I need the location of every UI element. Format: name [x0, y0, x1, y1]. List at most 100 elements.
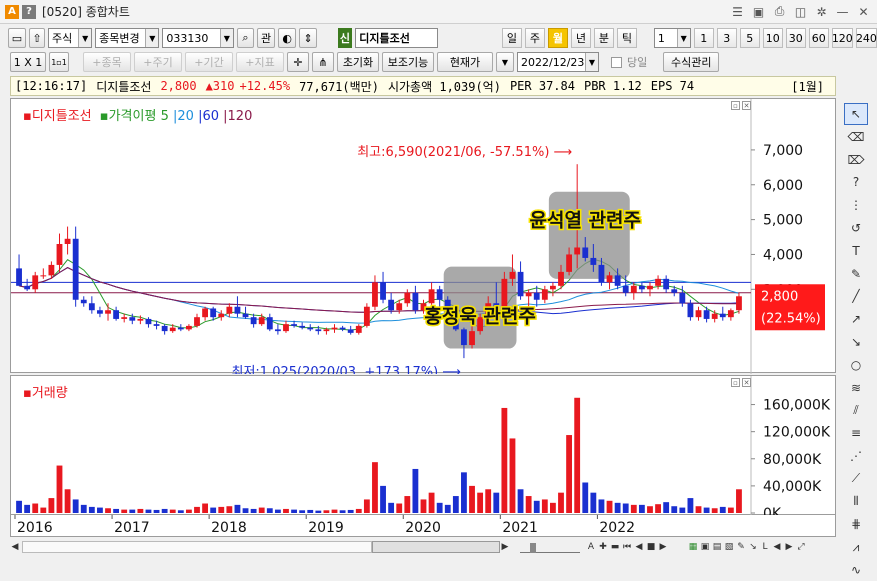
- period-tick[interactable]: 틱: [616, 28, 637, 48]
- interval-120[interactable]: 120: [831, 28, 853, 48]
- line-tool-icon[interactable]: ╱: [844, 285, 868, 307]
- first-icon[interactable]: ⏮: [622, 542, 632, 552]
- drag-icon[interactable]: ⋮: [844, 194, 868, 216]
- interval-30[interactable]: 30: [785, 28, 806, 48]
- pen-icon[interactable]: ✎: [844, 263, 868, 285]
- save-icon[interactable]: ▣: [751, 4, 766, 19]
- related-button[interactable]: 관: [257, 28, 276, 48]
- panel-close-icon[interactable]: ✕: [742, 378, 751, 387]
- volume-bar: [485, 489, 492, 513]
- candle-body: [80, 299, 87, 304]
- interval-5[interactable]: 5: [739, 28, 760, 48]
- help-icon[interactable]: ?: [844, 171, 868, 193]
- capture-icon[interactable]: ◫: [793, 4, 808, 19]
- fit-icon[interactable]: ⤢: [796, 542, 806, 552]
- zoom-slider[interactable]: [520, 541, 580, 553]
- grid-icon[interactable]: ▤: [712, 542, 722, 552]
- arrow-icon[interactable]: ↘: [748, 542, 758, 552]
- search-icon[interactable]: ⌕: [236, 28, 255, 48]
- stock-code-input[interactable]: 033130 ▼: [162, 28, 234, 48]
- back-icon[interactable]: ◀: [772, 542, 782, 552]
- gann-icon[interactable]: ⋰: [844, 445, 868, 467]
- current-price-button[interactable]: 현재가: [437, 52, 493, 72]
- channel-icon[interactable]: ≋: [844, 377, 868, 399]
- interval-3[interactable]: 3: [716, 28, 737, 48]
- period-day[interactable]: 일: [501, 28, 522, 48]
- fibo-icon[interactable]: ≡: [844, 422, 868, 444]
- all-erase-icon[interactable]: ⌦: [844, 149, 868, 171]
- panel-minimize-icon[interactable]: ▫: [731, 378, 740, 387]
- add-icon[interactable]: ✚: [598, 542, 608, 552]
- rotate-icon[interactable]: ↺: [844, 217, 868, 239]
- menu-icon[interactable]: ☰: [730, 4, 745, 19]
- prev-icon[interactable]: ◀: [634, 542, 644, 552]
- period-minute[interactable]: 분: [593, 28, 614, 48]
- crosshair-icon[interactable]: ✛: [287, 52, 309, 72]
- save-icon[interactable]: ▣: [700, 542, 710, 552]
- period-year[interactable]: 년: [570, 28, 591, 48]
- grid-line-icon[interactable]: ⋕: [844, 513, 868, 535]
- image-icon[interactable]: ▧: [724, 542, 734, 552]
- tool-icon[interactable]: ✎: [736, 542, 746, 552]
- formula-manage-button[interactable]: 수식관리: [663, 52, 720, 72]
- line-icon[interactable]: L: [760, 542, 770, 552]
- circle-icon[interactable]: ○: [844, 354, 868, 376]
- reset-button[interactable]: 초기화: [337, 52, 379, 72]
- ray-icon[interactable]: ↗: [844, 308, 868, 330]
- scroll-left-icon[interactable]: ◀: [10, 542, 20, 552]
- help-badge[interactable]: ?: [22, 4, 36, 19]
- panel-minimize-icon[interactable]: ▫: [731, 101, 740, 110]
- interval-10[interactable]: 10: [762, 28, 783, 48]
- add-indicator-button[interactable]: +지표: [236, 52, 284, 72]
- zoom-slider-handle[interactable]: [530, 543, 536, 553]
- zigzag-icon[interactable]: ⩘: [844, 536, 868, 558]
- panel-toggle-icon[interactable]: ▭: [8, 28, 26, 48]
- period-week[interactable]: 주: [524, 28, 545, 48]
- eraser-icon[interactable]: ⌫: [844, 126, 868, 148]
- date-select[interactable]: 2022/12/23 ▼: [517, 52, 599, 72]
- interval-240[interactable]: 240: [855, 28, 877, 48]
- add-cycle-button[interactable]: +주기: [134, 52, 182, 72]
- panel-close-icon[interactable]: ✕: [742, 101, 751, 110]
- scroll-track[interactable]: [22, 541, 372, 553]
- play-icon[interactable]: ▶: [658, 542, 668, 552]
- excel-icon[interactable]: ▦: [688, 542, 698, 552]
- settings-gear-icon[interactable]: ✲: [814, 4, 829, 19]
- scroll-right-icon[interactable]: ▶: [500, 542, 510, 552]
- sameday-checkbox[interactable]: [611, 56, 622, 68]
- aux-function-button[interactable]: 보조기능: [382, 52, 434, 72]
- stop-icon[interactable]: ■: [646, 542, 656, 552]
- layout-button[interactable]: 1 X 1: [10, 52, 46, 72]
- print-icon[interactable]: ⎙: [772, 4, 787, 19]
- minimize-icon[interactable]: —: [835, 4, 850, 19]
- period-month[interactable]: 월: [547, 28, 568, 48]
- scale-icon[interactable]: ⋔: [312, 52, 334, 72]
- stepper-icon[interactable]: ⇕: [299, 28, 318, 48]
- close-icon[interactable]: ✕: [856, 4, 871, 19]
- cycle-icon[interactable]: ⫴: [844, 491, 868, 513]
- price-chart-panel[interactable]: 7,0006,0005,0004,0003,000홍정욱 관련주윤석열 관련주최…: [10, 98, 836, 380]
- cursor-icon[interactable]: ↖: [844, 103, 868, 125]
- stock-change-select[interactable]: 종목변경 ▼: [95, 28, 160, 48]
- chevron-down-icon[interactable]: ▼: [496, 52, 514, 72]
- compare-icon[interactable]: ◐: [278, 28, 297, 48]
- wave-icon[interactable]: ∿: [844, 559, 868, 581]
- text-tool-icon[interactable]: T: [844, 240, 868, 262]
- add-period-button[interactable]: +기간: [185, 52, 233, 72]
- fan-icon[interactable]: ⟋: [844, 468, 868, 490]
- zoom-in-icon[interactable]: A: [586, 542, 596, 552]
- arrow-tool-icon[interactable]: ↘: [844, 331, 868, 353]
- add-item-button[interactable]: +종목: [83, 52, 131, 72]
- interval-60[interactable]: 60: [808, 28, 829, 48]
- market-type-select[interactable]: 주식 ▼: [48, 28, 93, 48]
- remove-icon[interactable]: ▬: [610, 542, 620, 552]
- scroll-thumb[interactable]: [372, 541, 500, 553]
- up-arrow-icon[interactable]: ⇧: [29, 28, 45, 48]
- period-tab[interactable]: [1월]: [791, 78, 824, 95]
- parallel-icon[interactable]: ⫽: [844, 399, 868, 421]
- interval-1[interactable]: 1: [693, 28, 714, 48]
- interval-select[interactable]: 1 ▼: [653, 28, 691, 48]
- volume-chart-panel[interactable]: 160,000K 120,000K 80,000K 40,000K 0K ▪거래량 ▫ …: [10, 375, 836, 522]
- forward-icon[interactable]: ▶: [784, 542, 794, 552]
- layout-small-button[interactable]: 1▫1: [49, 52, 69, 72]
